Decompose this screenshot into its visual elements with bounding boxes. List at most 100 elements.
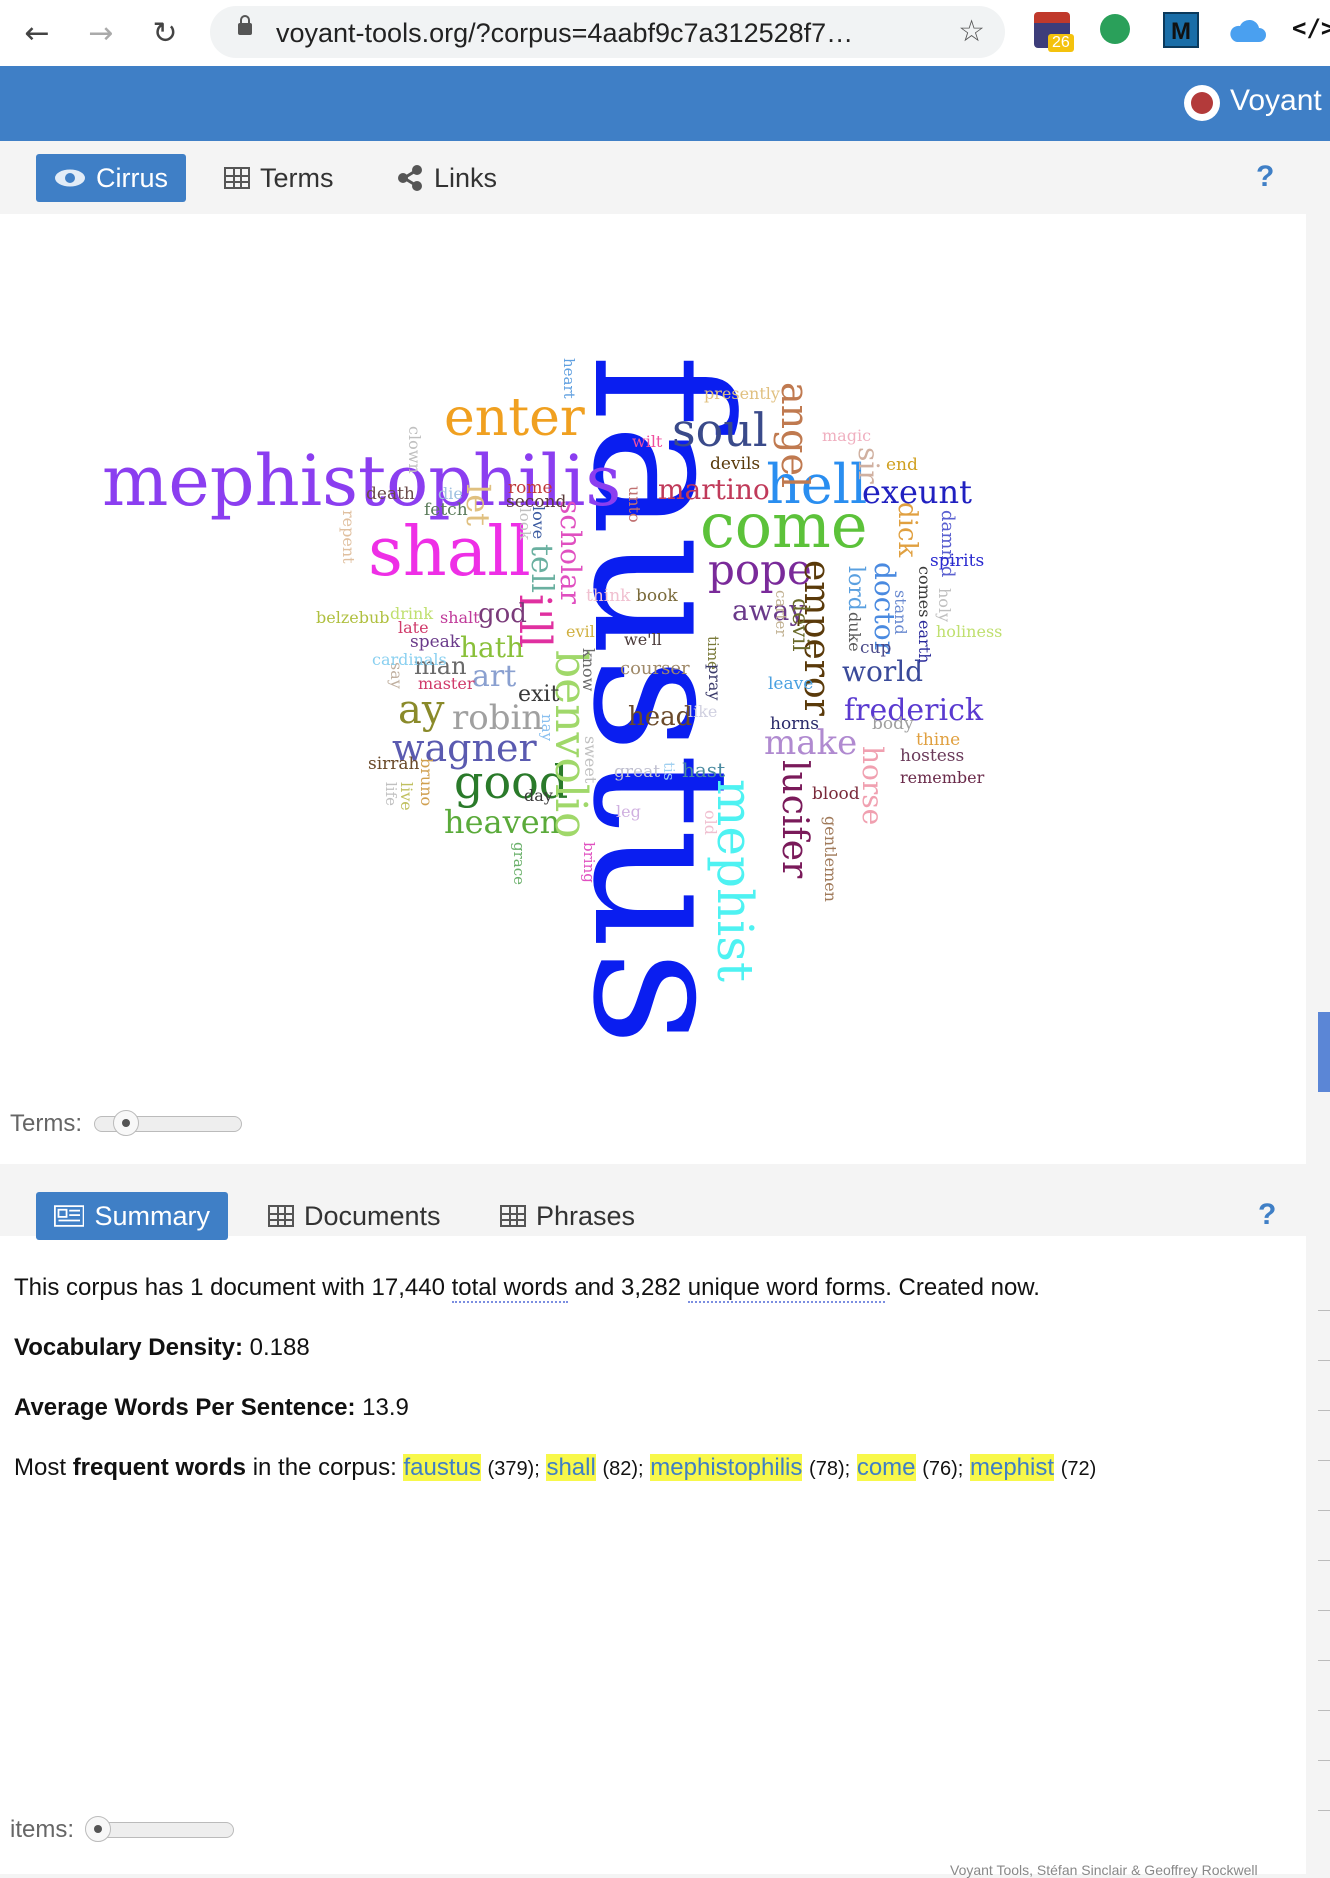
cloud-word-belzebub[interactable]: belzebub [316,610,390,626]
cloud-word-think[interactable]: think [586,588,630,605]
cloud-word-shall[interactable]: shall [368,519,531,587]
address-bar[interactable]: voyant-tools.org/?corpus=4aabf9c7a312528… [210,6,1005,58]
cloud-word-cup[interactable]: cup [860,640,891,657]
cloud-word-wilt[interactable]: wilt [632,434,662,450]
cloud-word-devil[interactable]: devil [787,598,812,652]
cloud-word-world[interactable]: world [842,658,923,686]
m-extension-icon[interactable]: M [1163,12,1199,48]
cloud-extension-icon[interactable] [1227,18,1267,44]
cloud-word-earth[interactable]: earth [915,620,934,663]
cloud-word-heart[interactable]: heart [560,358,578,399]
cloud-word-look[interactable]: look [516,508,534,540]
cloud-word-head[interactable]: head [628,704,692,730]
terms-slider-thumb[interactable] [113,1110,139,1136]
cloud-word-leave[interactable]: leave [768,676,813,693]
cloud-word-grace[interactable]: grace [510,842,528,885]
url-text[interactable]: voyant-tools.org/?corpus=4aabf9c7a312528… [276,18,853,49]
cloud-word-devils[interactable]: devils [710,456,760,473]
cloud-word-dick[interactable]: dick [892,502,922,557]
cloud-word-lucifer[interactable]: lucifer [774,760,815,878]
scrollbar-thumb[interactable] [1318,1012,1330,1092]
cloud-word-great[interactable]: great [614,764,660,781]
tab-phrases[interactable]: Phrases [482,1192,653,1240]
cloud-word-holiness[interactable]: holiness [936,624,1002,640]
cloud-word-well[interactable]: we'll [624,632,662,648]
cloud-word-art[interactable]: art [472,662,516,692]
cloud-word-ay[interactable]: ay [398,690,444,730]
cloud-word-clown[interactable]: clown [405,426,424,474]
cloud-word-lord[interactable]: lord [843,566,868,611]
cloud-word-unto[interactable]: unto [625,486,644,523]
help-button[interactable]: ? [1258,1198,1276,1232]
frequent-word-link[interactable]: mephist [969,1454,1055,1481]
cloud-word-scholar[interactable]: scholar [554,500,587,604]
items-slider[interactable] [85,1816,235,1842]
cloud-word-bring[interactable]: bring [580,842,598,883]
tab-documents[interactable]: Documents [250,1192,459,1240]
cloud-word-martino[interactable]: martino [658,476,770,504]
cloud-word-hostess[interactable]: hostess [900,748,964,765]
cloud-word-evil[interactable]: evil [566,624,595,640]
cloud-word-gentlemen[interactable]: gentlemen [821,816,840,902]
cloud-word-master[interactable]: master [418,676,474,692]
cloud-word-hath[interactable]: hath [460,634,524,662]
cloud-word-bruno[interactable]: bruno [417,758,436,806]
app-title[interactable]: Voyant [1230,84,1322,118]
cloud-word-presently[interactable]: presently [704,386,780,402]
unique-words-tooltip[interactable]: unique word forms [687,1274,886,1303]
cloud-word-drink[interactable]: drink [390,606,433,622]
cloud-word-repent[interactable]: repent [339,510,358,564]
cloud-word-day[interactable]: day [524,788,553,804]
cloud-word-life[interactable]: life [382,782,400,806]
cloud-word-old[interactable]: old [701,810,720,835]
cloud-word-courser[interactable]: courser [620,660,690,678]
cloud-word-sirrah[interactable]: sirrah [368,756,420,773]
frequent-word-link[interactable]: mephistophilis [650,1454,803,1481]
cloud-word-fetch[interactable]: fetch [424,502,468,519]
items-slider-thumb[interactable] [85,1816,112,1842]
cloud-word-blood[interactable]: blood [812,786,860,803]
back-arrow-icon[interactable]: ← [16,12,58,54]
cloud-word-like[interactable]: like [688,704,717,720]
cloud-word-nay[interactable]: nay [538,714,556,741]
scrollbar-track[interactable] [1306,142,1330,1874]
cloud-word-shalt[interactable]: shalt [440,610,480,626]
footer-credits[interactable]: Voyant Tools, Stéfan Sinclair & Geoffrey… [950,1862,1258,1878]
frequent-word-link[interactable]: shall [546,1454,596,1481]
cloud-word-tis[interactable]: tis [660,762,678,781]
cloud-word-end[interactable]: end [886,457,918,474]
frequent-word-link[interactable]: faustus [403,1454,481,1481]
cloud-word-know[interactable]: know [579,648,598,691]
frequent-word-link[interactable]: come [856,1454,916,1481]
forward-arrow-icon[interactable]: → [80,12,122,54]
cloud-word-horns[interactable]: horns [770,716,819,733]
cloud-word-soul[interactable]: soul [672,407,768,453]
cloud-word-stand[interactable]: stand [891,590,910,635]
bookmark-star-icon[interactable]: ☆ [958,14,985,49]
cloud-word-remember[interactable]: remember [900,770,984,786]
tab-links[interactable]: Links [378,154,515,202]
reload-icon[interactable]: ↻ [144,12,186,54]
cloud-word-comes[interactable]: comes [915,566,934,617]
cloud-word-heaven[interactable]: heaven [444,806,560,838]
cloud-word-god[interactable]: god [478,601,527,627]
tab-cirrus[interactable]: Cirrus [36,154,186,202]
calendar-extension-icon[interactable]: 26 [1034,12,1074,52]
cloud-word-body[interactable]: body [872,716,914,733]
cloud-word-spirits[interactable]: spirits [930,553,984,570]
cloud-word-pray[interactable]: pray [705,664,724,700]
cloud-word-cardinals[interactable]: cardinals [372,652,447,668]
cloud-word-angel[interactable]: angel [773,382,817,488]
cloud-word-death[interactable]: death [366,486,415,503]
cloud-word-sweet[interactable]: sweet [581,736,600,783]
cloud-word-magic[interactable]: magic [822,428,871,444]
total-words-tooltip[interactable]: total words [451,1274,568,1303]
help-button[interactable]: ? [1256,160,1274,194]
cloud-word-horse[interactable]: horse [856,746,889,825]
chat-extension-icon[interactable] [1100,14,1130,44]
cloud-word-carter[interactable]: carter [772,590,790,637]
cloud-word-live[interactable]: live [397,782,416,811]
tab-summary[interactable]: Summary [36,1192,228,1240]
cloud-word-hast[interactable]: hast [682,760,725,780]
code-extension-icon[interactable]: </> [1292,14,1330,50]
